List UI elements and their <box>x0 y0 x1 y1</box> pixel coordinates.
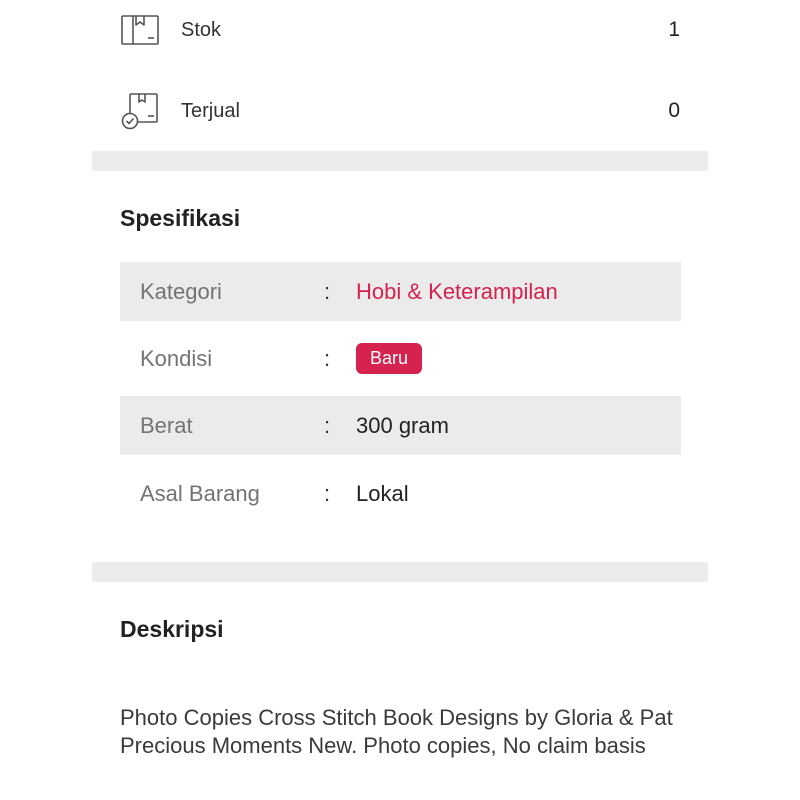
origin-value: Lokal <box>356 480 409 506</box>
spec-label: Berat <box>140 412 193 438</box>
spec-label: Asal Barang <box>140 480 260 506</box>
stock-value: 1 <box>668 18 680 41</box>
box-sold-check-icon <box>121 93 158 130</box>
section-divider <box>92 151 708 171</box>
spec-separator: : <box>324 345 331 371</box>
spec-row-condition: Kondisi : Baru <box>120 321 681 396</box>
spec-row-weight: Berat : 300 gram <box>120 396 681 455</box>
spec-separator: : <box>324 278 331 304</box>
spec-label: Kondisi <box>140 345 213 371</box>
stock-row: Stok 1 <box>92 5 708 55</box>
sold-label: Terjual <box>181 99 240 122</box>
spec-row-category: Kategori : Hobi & Keterampilan <box>120 262 681 321</box>
condition-badge: Baru <box>356 343 423 374</box>
category-link[interactable]: Hobi & Keterampilan <box>356 279 558 305</box>
box-stock-icon <box>121 15 159 45</box>
weight-value: 300 gram <box>356 412 449 438</box>
spec-separator: : <box>324 412 331 438</box>
specifications-title: Spesifikasi <box>120 205 241 231</box>
product-detail-panel: Stok 1 Terjual 0 Spesifikasi Kategori : … <box>92 0 708 800</box>
stock-label: Stok <box>181 18 222 41</box>
description-text: Photo Copies Cross Stitch Book Designs b… <box>120 705 673 758</box>
spec-separator: : <box>324 480 331 506</box>
sold-value: 0 <box>668 99 680 122</box>
description-title: Deskripsi <box>120 616 224 642</box>
section-divider <box>92 562 708 582</box>
spec-row-origin: Asal Barang : Lokal <box>120 455 681 532</box>
sold-row: Terjual 0 <box>92 86 708 136</box>
specifications-table: Kategori : Hobi & Keterampilan Kondisi :… <box>120 262 681 532</box>
spec-label: Kategori <box>140 278 222 304</box>
